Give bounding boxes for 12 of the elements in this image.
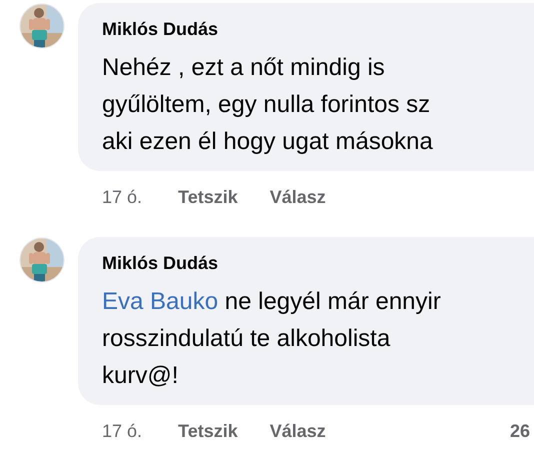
reply-button[interactable]: Válasz: [270, 185, 326, 209]
comment-text: Eva Bauko ne legyél már ennyir rosszindulatú te alkoholista kurv@!: [102, 287, 442, 391]
author-name[interactable]: Miklós Dudás: [102, 251, 534, 275]
timestamp: 17 ó.: [102, 186, 142, 209]
mention-link[interactable]: Eva Bauko: [102, 288, 218, 315]
like-button[interactable]: Tetszik: [178, 419, 238, 443]
reply-button[interactable]: Válasz: [270, 419, 326, 443]
timestamp: 17 ó.: [102, 420, 142, 443]
comment-text: Nehéz , ezt a nőt mindig is gyűlöltem, egy nulla forintos sz aki ezen él hogy ugat másokna: [102, 53, 434, 157]
author-name[interactable]: Miklós Dudás: [102, 17, 534, 41]
reaction-count[interactable]: 26: [510, 419, 530, 443]
like-button[interactable]: Tetszik: [178, 185, 238, 209]
